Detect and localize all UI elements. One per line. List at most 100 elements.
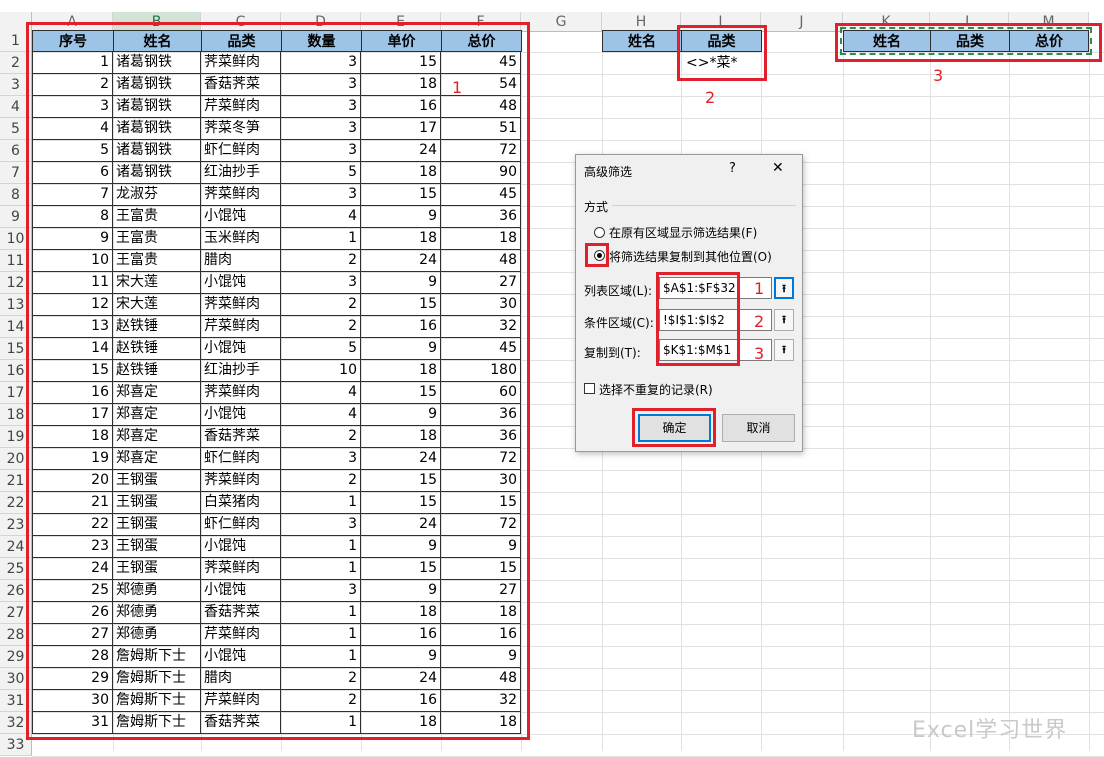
row-header[interactable]: 18 [0,404,32,426]
row-header[interactable]: 17 [0,382,32,404]
criteria-range-picker-icon[interactable]: ⭱ [774,309,794,331]
row-header[interactable]: 9 [0,206,32,228]
table-cell[interactable]: 15 [361,492,441,514]
column-header-i[interactable]: I [681,12,761,32]
table-cell[interactable]: 30 [441,470,521,492]
table-header-cell[interactable]: 姓名 [113,30,202,52]
row-header[interactable]: 14 [0,316,32,338]
table-cell[interactable]: 10 [32,250,113,272]
table-cell[interactable]: 诸葛钢铁 [113,118,201,140]
table-cell[interactable]: 王钢蛋 [113,536,201,558]
column-header-f[interactable]: F [441,12,521,32]
table-cell[interactable]: 小馄饨 [201,404,281,426]
table-cell[interactable]: 红油抄手 [201,162,281,184]
table-cell[interactable]: 22 [32,514,113,536]
table-cell[interactable]: 13 [32,316,113,338]
criteria-header-name[interactable]: 姓名 [602,30,682,52]
table-cell[interactable]: 7 [32,184,113,206]
table-cell[interactable]: 36 [441,206,521,228]
row-header[interactable]: 4 [0,96,32,118]
table-cell[interactable]: 9 [361,536,441,558]
table-cell[interactable]: 9 [441,536,521,558]
radio-inplace-label[interactable]: 在原有区域显示筛选结果(F) [609,224,757,241]
table-cell[interactable]: 王富贵 [113,250,201,272]
table-cell[interactable]: 15 [361,558,441,580]
table-cell[interactable]: 郑德勇 [113,624,201,646]
table-cell[interactable]: 小馄饨 [201,206,281,228]
table-cell[interactable]: 香菇荠菜 [201,712,281,734]
column-header-e[interactable]: E [361,12,441,32]
table-cell[interactable]: 48 [441,668,521,690]
table-cell[interactable]: 荠菜鲜肉 [201,294,281,316]
row-header[interactable]: 29 [0,646,32,668]
table-cell[interactable]: 72 [441,448,521,470]
table-cell[interactable]: 18 [361,228,441,250]
table-cell[interactable]: 荠菜鲜肉 [201,470,281,492]
list-range-picker-icon[interactable]: ⭱ [774,277,794,299]
table-cell[interactable]: 5 [281,162,361,184]
table-cell[interactable]: 17 [361,118,441,140]
table-cell[interactable]: 诸葛钢铁 [113,52,201,74]
table-cell[interactable]: 2 [281,426,361,448]
table-cell[interactable]: 9 [361,580,441,602]
row-header[interactable]: 8 [0,184,32,206]
table-cell[interactable]: 郑喜定 [113,448,201,470]
table-cell[interactable]: 21 [32,492,113,514]
cancel-button[interactable]: 取消 [722,414,795,442]
table-cell[interactable]: 27 [441,580,521,602]
table-cell[interactable]: 19 [32,448,113,470]
table-cell[interactable]: 18 [441,602,521,624]
table-cell[interactable]: 2 [32,74,113,96]
table-cell[interactable]: 9 [441,646,521,668]
table-cell[interactable]: 郑喜定 [113,404,201,426]
table-cell[interactable]: 16 [32,382,113,404]
table-cell[interactable]: 51 [441,118,521,140]
ok-button[interactable]: 确定 [638,414,711,442]
table-cell[interactable]: 32 [441,690,521,712]
table-cell[interactable]: 72 [441,514,521,536]
table-cell[interactable]: 8 [32,206,113,228]
table-cell[interactable]: 18 [361,360,441,382]
row-header[interactable]: 3 [0,74,32,96]
table-cell[interactable]: 9 [361,404,441,426]
table-cell[interactable]: 9 [361,272,441,294]
table-cell[interactable]: 宋大莲 [113,272,201,294]
table-cell[interactable]: 1 [281,602,361,624]
table-cell[interactable]: 48 [441,96,521,118]
table-cell[interactable]: 虾仁鲜肉 [201,140,281,162]
column-header-b[interactable]: B [113,12,201,32]
table-cell[interactable]: 9 [361,206,441,228]
table-cell[interactable]: 诸葛钢铁 [113,74,201,96]
table-cell[interactable]: 红油抄手 [201,360,281,382]
table-cell[interactable]: 48 [441,250,521,272]
table-cell[interactable]: 白菜猪肉 [201,492,281,514]
table-cell[interactable]: 荠菜鲜肉 [201,52,281,74]
table-cell[interactable]: 赵铁锤 [113,338,201,360]
table-cell[interactable]: 1 [281,536,361,558]
table-cell[interactable]: 诸葛钢铁 [113,96,201,118]
table-cell[interactable]: 60 [441,382,521,404]
table-cell[interactable]: 5 [281,338,361,360]
table-cell[interactable]: 18 [441,228,521,250]
table-cell[interactable]: 25 [32,580,113,602]
table-cell[interactable]: 香菇荠菜 [201,426,281,448]
table-cell[interactable]: 詹姆斯下士 [113,646,201,668]
table-cell[interactable]: 90 [441,162,521,184]
table-cell[interactable]: 1 [281,492,361,514]
table-cell[interactable]: 詹姆斯下士 [113,668,201,690]
table-cell[interactable]: 24 [361,140,441,162]
table-cell[interactable]: 1 [281,228,361,250]
table-cell[interactable]: 宋大莲 [113,294,201,316]
table-cell[interactable]: 1 [281,624,361,646]
row-header[interactable]: 19 [0,426,32,448]
table-cell[interactable]: 荠菜鲜肉 [201,382,281,404]
copy-to-picker-icon[interactable]: ⭱ [774,339,794,361]
table-cell[interactable]: 15 [361,470,441,492]
row-header[interactable]: 1 [0,30,32,52]
row-header[interactable]: 21 [0,470,32,492]
table-cell[interactable]: 30 [441,294,521,316]
table-cell[interactable]: 3 [281,74,361,96]
criteria-header-category[interactable]: 品类 [681,30,762,52]
help-button[interactable]: ? [729,161,736,176]
row-header[interactable]: 24 [0,536,32,558]
